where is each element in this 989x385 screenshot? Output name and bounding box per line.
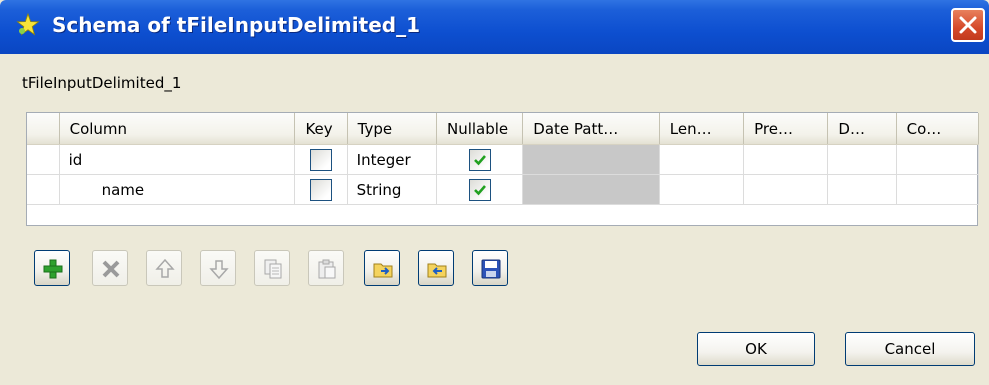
key-cell[interactable] bbox=[294, 144, 348, 175]
date-pattern-cell bbox=[522, 174, 660, 205]
key-cell[interactable] bbox=[294, 174, 348, 205]
save-icon bbox=[481, 259, 501, 279]
move-up-button[interactable] bbox=[146, 250, 182, 286]
column-header-default[interactable]: D… bbox=[827, 113, 897, 145]
column-header-nullable[interactable]: Nullable bbox=[436, 113, 524, 145]
schema-table[interactable]: Column Key Type Nullable Date Patt… Len…… bbox=[26, 112, 980, 226]
comment-cell[interactable] bbox=[896, 174, 980, 205]
checkmark-icon bbox=[473, 184, 486, 195]
table-row[interactable]: name String bbox=[27, 174, 980, 205]
precision-cell[interactable] bbox=[743, 174, 829, 205]
row-header-column-header[interactable] bbox=[27, 113, 60, 145]
nullable-cell[interactable] bbox=[436, 144, 524, 175]
paste-icon bbox=[318, 259, 336, 279]
key-checkbox[interactable] bbox=[310, 178, 333, 201]
export-icon bbox=[427, 263, 447, 278]
paste-button[interactable] bbox=[308, 250, 344, 286]
default-cell[interactable] bbox=[827, 144, 897, 175]
key-checkbox[interactable] bbox=[310, 148, 333, 171]
move-up-icon bbox=[155, 258, 175, 278]
save-button[interactable] bbox=[472, 250, 508, 286]
length-cell[interactable] bbox=[659, 174, 745, 205]
close-icon bbox=[959, 16, 977, 34]
add-icon bbox=[43, 259, 63, 279]
copy-icon bbox=[264, 259, 282, 279]
column-name-cell[interactable]: name bbox=[59, 174, 296, 205]
date-pattern-cell bbox=[522, 144, 660, 175]
type-cell[interactable]: Integer bbox=[347, 144, 437, 175]
nullable-cell[interactable] bbox=[436, 174, 524, 205]
table-header-row: Column Key Type Nullable Date Patt… Len…… bbox=[27, 113, 980, 145]
column-header-date-pattern[interactable]: Date Patt… bbox=[522, 113, 660, 145]
nullable-checkbox[interactable] bbox=[468, 148, 491, 171]
length-cell[interactable] bbox=[659, 144, 745, 175]
move-down-icon bbox=[209, 260, 229, 280]
move-down-button[interactable] bbox=[200, 250, 236, 286]
remove-button[interactable] bbox=[92, 250, 128, 286]
column-header-length[interactable]: Len… bbox=[659, 113, 745, 145]
import-button[interactable] bbox=[364, 250, 400, 286]
table-row[interactable]: id Integer bbox=[27, 144, 980, 175]
window-title: Schema of tFileInputDelimited_1 bbox=[52, 13, 420, 37]
column-header-precision[interactable]: Pre… bbox=[743, 113, 829, 145]
schema-star-icon bbox=[16, 13, 40, 36]
row-header-cell[interactable] bbox=[27, 144, 60, 175]
default-cell[interactable] bbox=[827, 174, 897, 205]
add-button[interactable] bbox=[34, 250, 70, 286]
close-button[interactable] bbox=[951, 8, 985, 42]
type-cell[interactable]: String bbox=[347, 174, 437, 205]
column-name-cell[interactable]: id bbox=[59, 144, 296, 175]
schema-dialog: Schema of tFileInputDelimited_1 tFileInp… bbox=[0, 0, 989, 385]
cancel-button[interactable]: Cancel bbox=[845, 332, 975, 366]
row-header-cell[interactable] bbox=[27, 174, 60, 205]
nullable-checkbox[interactable] bbox=[468, 178, 491, 201]
import-icon bbox=[373, 263, 393, 278]
column-header-type[interactable]: Type bbox=[347, 113, 437, 145]
column-header-comment[interactable]: Co… bbox=[896, 113, 980, 145]
checkmark-icon bbox=[473, 154, 486, 165]
column-header-key[interactable]: Key bbox=[294, 113, 348, 145]
column-header-column[interactable]: Column bbox=[59, 113, 296, 145]
comment-cell[interactable] bbox=[896, 144, 980, 175]
title-bar[interactable]: Schema of tFileInputDelimited_1 bbox=[0, 0, 989, 54]
remove-icon bbox=[102, 260, 120, 278]
copy-button[interactable] bbox=[254, 250, 290, 286]
precision-cell[interactable] bbox=[743, 144, 829, 175]
component-name-label: tFileInputDelimited_1 bbox=[22, 74, 182, 92]
export-button[interactable] bbox=[418, 250, 454, 286]
ok-button[interactable]: OK bbox=[697, 332, 815, 366]
